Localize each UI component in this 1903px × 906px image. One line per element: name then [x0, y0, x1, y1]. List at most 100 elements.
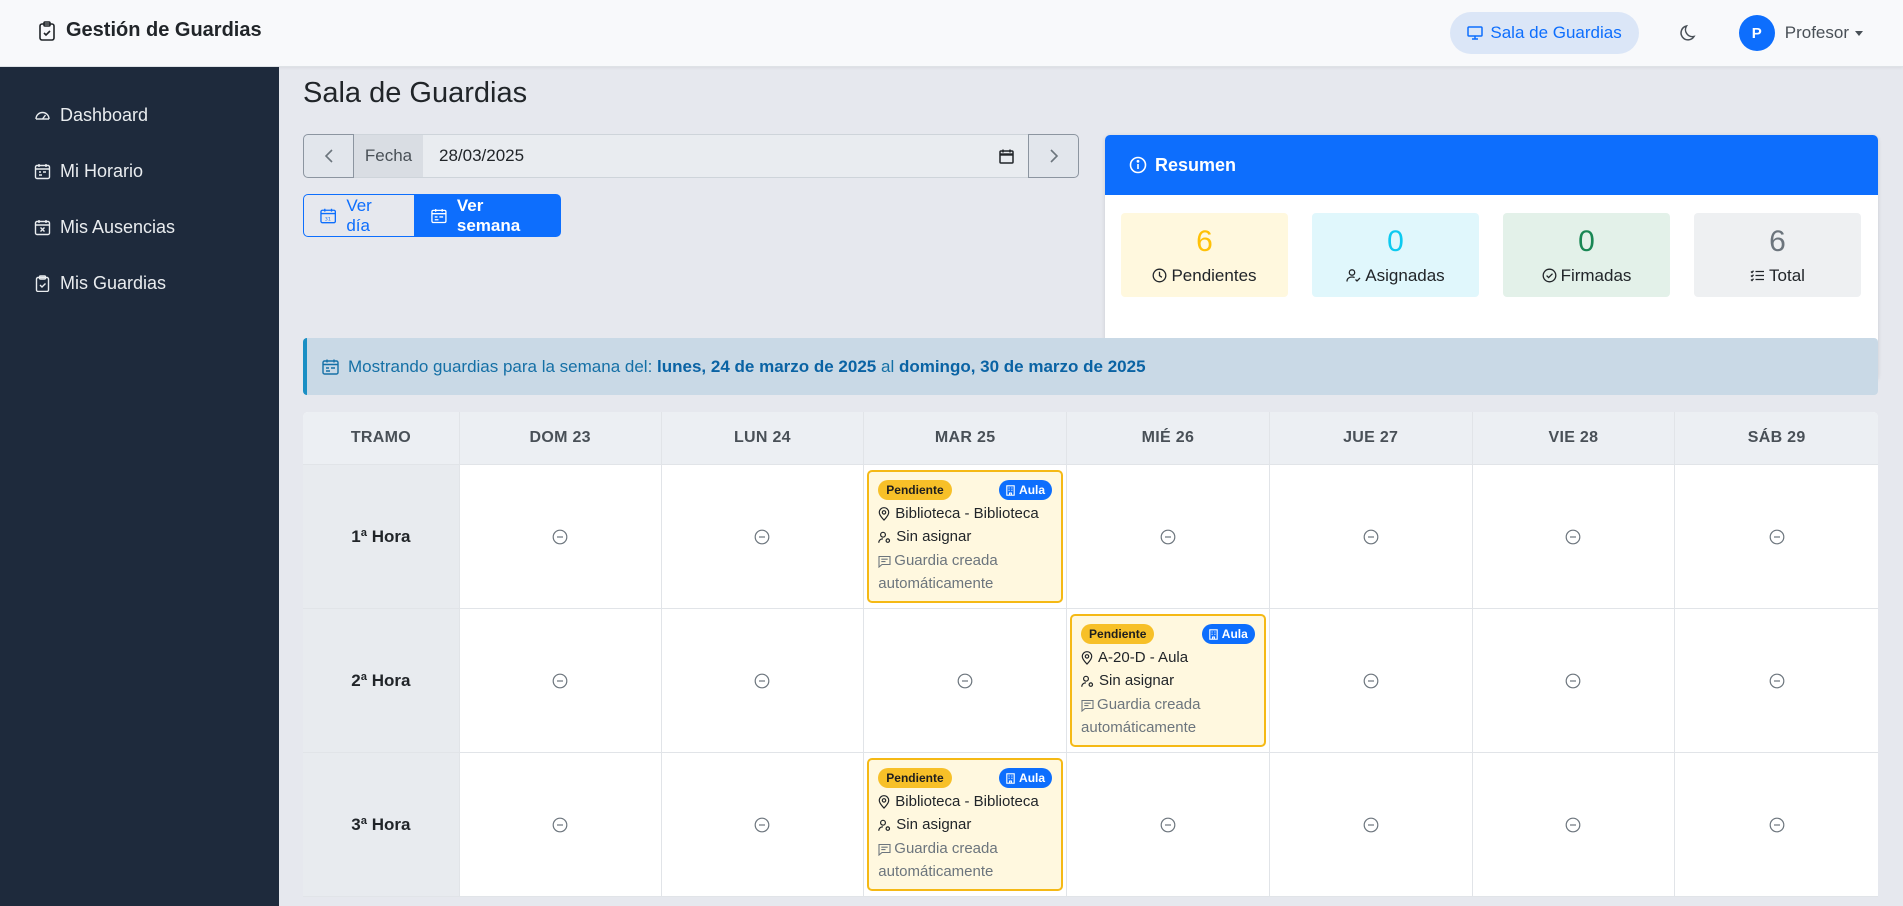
calendar-week-icon: [322, 359, 339, 375]
dash-circle-icon: [552, 673, 568, 688]
guardia-location-text: Biblioteca - Biblioteca: [895, 793, 1039, 810]
guardia-teacher: Sin asignar: [1081, 672, 1255, 690]
stat-pendientes: 6 Pendientes: [1121, 213, 1288, 297]
previous-date-button[interactable]: [303, 134, 354, 178]
guardia-observation-text: Guardia creada automáticamente: [1081, 696, 1201, 736]
date-input[interactable]: 28/03/2025: [423, 134, 1028, 178]
ver-semana-button[interactable]: Ver semana: [415, 194, 561, 237]
dash-circle-icon: [1160, 817, 1176, 832]
clipboard-check-icon: [35, 274, 50, 292]
sala-de-guardias-button[interactable]: Sala de Guardias: [1450, 12, 1639, 54]
user-menu-dropdown[interactable]: P Profesor: [1738, 15, 1863, 51]
guardia-location: Biblioteca - Biblioteca: [878, 505, 1052, 523]
dash-circle-icon: [957, 673, 973, 688]
empty-slot: [864, 609, 1068, 752]
stat-label: Firmadas: [1560, 265, 1632, 285]
building-icon: [1006, 484, 1015, 496]
guardia-slot: Pendiente Aula A-20-D - Aula Sin asignar…: [1067, 609, 1270, 752]
type-badge-label: Aula: [1019, 771, 1046, 785]
empty-slot: [460, 465, 662, 608]
alert-mid: al: [880, 356, 895, 376]
type-badge: Aula: [999, 768, 1053, 788]
ver-dia-button[interactable]: 31 Ver día: [303, 194, 415, 237]
user-name: Profesor: [1784, 23, 1849, 42]
guardia-teacher-text: Sin asignar: [896, 528, 972, 545]
theme-toggle-button[interactable]: [1677, 21, 1701, 45]
calendar-week-icon: [34, 163, 51, 179]
dash-circle-icon: [755, 529, 770, 544]
top-navbar: Gestión de Guardias Sala de Guardias P P…: [0, 0, 1903, 67]
guardia-observation-text: Guardia creada automáticamente: [878, 840, 998, 880]
column-header: SÁB 29: [1747, 429, 1806, 446]
column-header: TRAMO: [303, 412, 460, 464]
status-badge: Pendiente: [1081, 624, 1155, 644]
building-icon: [1006, 772, 1015, 784]
guardia-slot: Pendiente Aula Biblioteca - Biblioteca S…: [864, 753, 1068, 896]
column-header: JUE 27: [1270, 412, 1473, 464]
guardia-observation: Guardia creada automáticamente: [1081, 693, 1255, 739]
dash-circle-icon: [1160, 529, 1176, 544]
dash-circle-icon: [755, 673, 770, 688]
sala-de-guardias-label: Sala de Guardias: [1490, 23, 1622, 42]
empty-slot: [1473, 753, 1676, 896]
type-badge-label: Aula: [1019, 483, 1046, 497]
monitor-icon: [1467, 26, 1484, 40]
table-row: 3ª Hora Pendiente Aula Biblioteca - Bibl…: [303, 753, 1878, 897]
calendar-x-icon: [34, 219, 51, 235]
guardia-card[interactable]: Pendiente Aula Biblioteca - Biblioteca S…: [867, 758, 1064, 891]
dash-circle-icon: [1363, 673, 1379, 688]
empty-slot: [460, 753, 662, 896]
geo-alt-icon: [878, 507, 890, 521]
dash-circle-icon: [1769, 673, 1785, 688]
brand-title: Gestión de Guardias: [66, 19, 262, 41]
date-navigation: Fecha 28/03/2025: [303, 134, 1079, 178]
chat-left-text-icon: [878, 843, 891, 857]
dash-circle-icon: [1363, 529, 1379, 544]
check-circle-icon: [1542, 268, 1557, 283]
dash-circle-icon: [1566, 529, 1581, 544]
sidebar-item-label: Mi Horario: [60, 160, 144, 181]
brand[interactable]: Gestión de Guardias: [38, 19, 262, 42]
chevron-right-icon: [1049, 149, 1058, 163]
alert-prefix: Mostrando guardias para la semana del:: [348, 356, 653, 376]
type-badge-label: Aula: [1221, 627, 1248, 641]
svg-text:31: 31: [325, 216, 331, 222]
chat-left-text-icon: [1081, 699, 1094, 713]
dash-circle-icon: [1566, 673, 1581, 688]
stat-label: Pendientes: [1171, 265, 1257, 285]
empty-slot: [1473, 465, 1676, 608]
stat-value: 0: [1578, 224, 1595, 258]
sidebar-item-dashboard[interactable]: Dashboard: [0, 87, 279, 143]
sidebar-item-mi-horario[interactable]: Mi Horario: [0, 143, 279, 199]
chevron-down-icon: [1855, 30, 1863, 36]
main-content: Sala de Guardias Fecha 28/03/2025 31 Ver…: [279, 67, 1903, 906]
status-badge: Pendiente: [878, 480, 952, 500]
speedometer-icon: [35, 111, 50, 120]
tramo-cell: 1ª Hora: [303, 465, 460, 608]
status-badge: Pendiente: [878, 768, 952, 788]
guardias-table: TRAMO DOM 23 LUN 24 MAR 25 MIÉ 26 JUE 27…: [303, 412, 1878, 897]
guardia-teacher: Sin asignar: [878, 816, 1052, 834]
calendar-picker-icon[interactable]: [999, 149, 1014, 164]
dash-circle-icon: [1769, 529, 1785, 544]
alert-end-date: domingo, 30 de marzo de 2025: [898, 356, 1146, 376]
week-info-alert: Mostrando guardias para la semana del: l…: [303, 338, 1878, 395]
guardia-card[interactable]: Pendiente Aula Biblioteca - Biblioteca S…: [867, 470, 1064, 603]
list-check-icon: [1750, 270, 1765, 282]
moon-icon: [1680, 24, 1696, 41]
person-check-icon: [1346, 269, 1361, 282]
ver-dia-label: Ver día: [346, 195, 372, 235]
alert-start-date: lunes, 24 de marzo de 2025: [657, 356, 877, 376]
type-badge: Aula: [999, 480, 1053, 500]
sidebar-item-mis-guardias[interactable]: Mis Guardias: [0, 255, 279, 311]
guardia-location-text: A-20-D - Aula: [1098, 649, 1189, 666]
stat-total: 6 Total: [1694, 213, 1861, 297]
sidebar-item-mis-ausencias[interactable]: Mis Ausencias: [0, 199, 279, 255]
stat-firmadas: 0 Firmadas: [1503, 213, 1670, 297]
sidebar-item-label: Mis Ausencias: [60, 216, 176, 237]
guardia-card[interactable]: Pendiente Aula A-20-D - Aula Sin asignar…: [1070, 614, 1266, 747]
sidebar-item-label: Dashboard: [60, 104, 149, 125]
info-circle-icon: [1129, 156, 1147, 174]
fecha-label: Fecha: [354, 134, 423, 178]
next-date-button[interactable]: [1028, 134, 1079, 178]
